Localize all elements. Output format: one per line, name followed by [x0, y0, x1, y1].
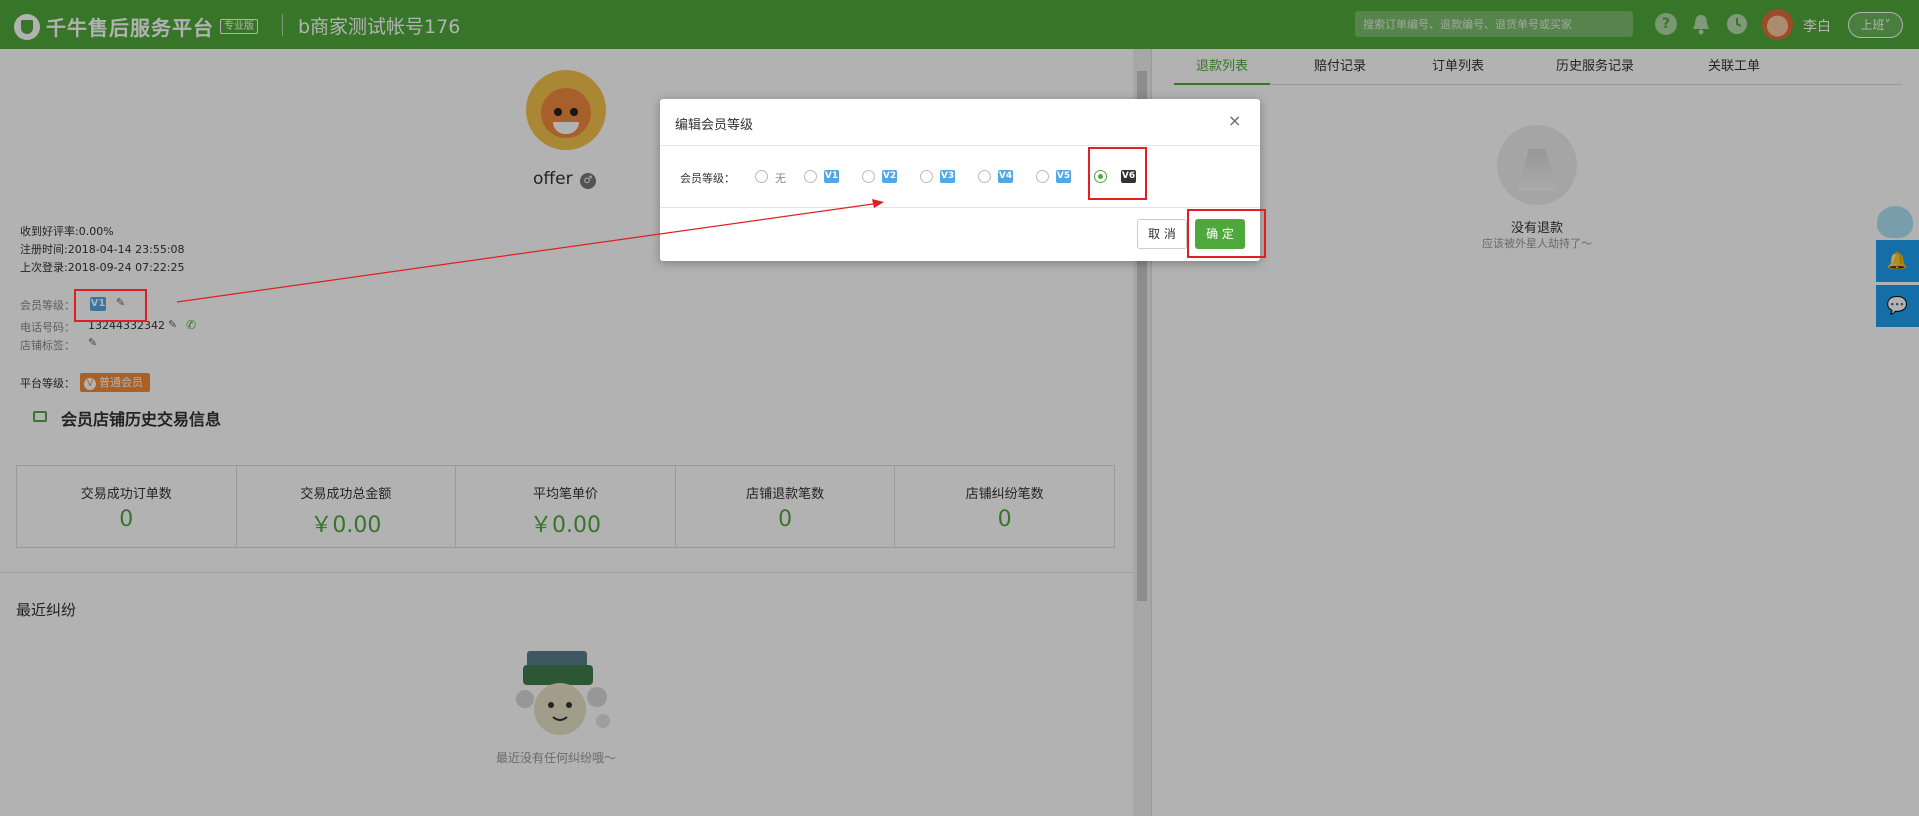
- dialog-divider: [660, 145, 1260, 146]
- level-v4-icon: V4: [998, 170, 1013, 183]
- level-v5-icon: V5: [1056, 170, 1071, 183]
- level-v2-icon: V2: [882, 170, 897, 183]
- level-none-text: 无: [775, 172, 786, 185]
- level-v3-icon: V3: [940, 170, 955, 183]
- radio-level-v1[interactable]: [804, 170, 817, 183]
- close-icon[interactable]: ×: [1228, 111, 1241, 130]
- annotation-confirm-box: [1187, 209, 1266, 258]
- dialog-title: 编辑会员等级: [675, 118, 754, 133]
- radio-level-v2[interactable]: [862, 170, 875, 183]
- radio-level-none[interactable]: [755, 170, 768, 183]
- member-level-field-label: 会员等级：: [680, 172, 735, 185]
- annotation-selected-level-box: [1088, 147, 1147, 200]
- level-v1-icon: V1: [824, 170, 839, 183]
- radio-level-v3[interactable]: [920, 170, 933, 183]
- radio-level-v5[interactable]: [1036, 170, 1049, 183]
- cancel-button[interactable]: 取 消: [1137, 219, 1187, 249]
- annotation-member-level-box: [74, 289, 147, 322]
- edit-member-level-dialog: 编辑会员等级 × 会员等级： 无 V1 V2 V3 V4 V5 V6 取 消 确…: [660, 99, 1260, 261]
- radio-level-v4[interactable]: [978, 170, 991, 183]
- dialog-footer-divider: [660, 207, 1260, 208]
